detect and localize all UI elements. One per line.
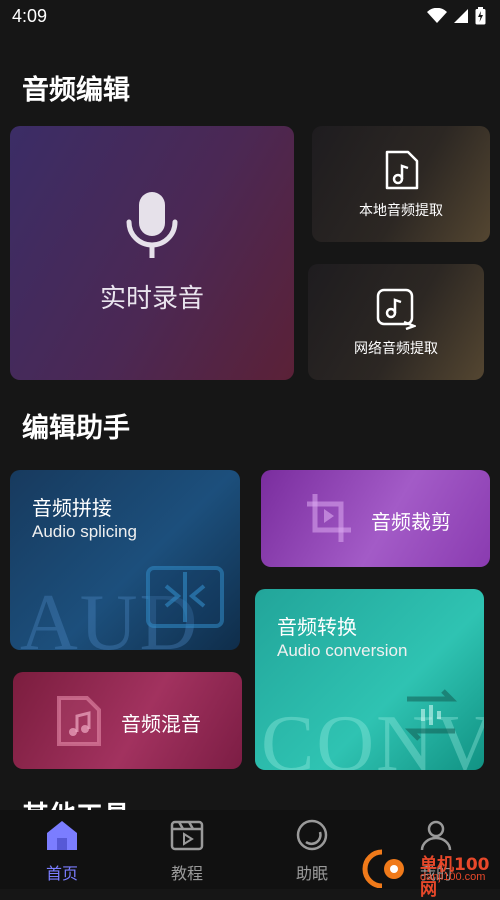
home-icon <box>47 821 77 850</box>
watermark-logo-icon <box>362 849 404 888</box>
watermark-line2: danji100.com <box>420 871 486 883</box>
mix-title: 音频混音 <box>121 712 201 736</box>
realtime-record-label: 实时录音 <box>99 284 204 314</box>
audio-conversion-card[interactable]: CONV 音频转换 Audio conversion <box>255 589 484 770</box>
crop-icon <box>307 494 351 542</box>
local-extract-card[interactable]: 本地音频提取 <box>312 126 490 242</box>
audio-splicing-card[interactable]: AUD 音频拼接 Audio splicing <box>10 470 240 650</box>
tab-home-label: 首页 <box>45 864 78 883</box>
status-icons <box>427 7 486 25</box>
signal-icon <box>454 9 468 23</box>
section-title-edit-helper: 编辑助手 <box>22 413 130 444</box>
site-watermark: 单机100网 danji100.com <box>362 846 498 900</box>
section-title-audio-edit: 音频编辑 <box>22 75 130 106</box>
network-extract-card[interactable]: 网络音频提取 <box>308 264 484 380</box>
splice-icon <box>146 566 224 628</box>
convert-icon <box>404 689 458 741</box>
splicing-subtitle: Audio splicing <box>32 522 137 541</box>
video-tutorial-icon <box>170 820 204 851</box>
moon-icon <box>296 819 328 851</box>
tab-tutorial[interactable]: 教程 <box>147 818 227 884</box>
tab-sleep-label: 助眠 <box>295 864 328 883</box>
audio-crop-card[interactable]: 音频裁剪 <box>261 470 490 567</box>
audio-file-icon <box>385 150 419 190</box>
splicing-title: 音频拼接 <box>32 496 112 520</box>
tab-home[interactable]: 首页 <box>22 818 102 884</box>
realtime-record-card[interactable]: 实时录音 <box>10 126 294 380</box>
wifi-icon <box>427 8 447 23</box>
tab-tutorial-label: 教程 <box>170 864 203 883</box>
microphone-icon <box>126 192 178 258</box>
status-time: 4:09 <box>12 6 48 26</box>
conversion-title: 音频转换 <box>277 615 357 639</box>
crop-title: 音频裁剪 <box>371 510 451 534</box>
local-extract-label: 本地音频提取 <box>359 203 443 219</box>
network-extract-label: 网络音频提取 <box>354 341 438 357</box>
battery-icon <box>475 7 486 25</box>
music-file-icon <box>57 696 101 746</box>
audio-mix-card[interactable]: 音频混音 <box>13 672 242 769</box>
conversion-subtitle: Audio conversion <box>277 641 408 660</box>
network-audio-icon <box>376 288 416 330</box>
tab-sleep[interactable]: 助眠 <box>272 818 352 884</box>
